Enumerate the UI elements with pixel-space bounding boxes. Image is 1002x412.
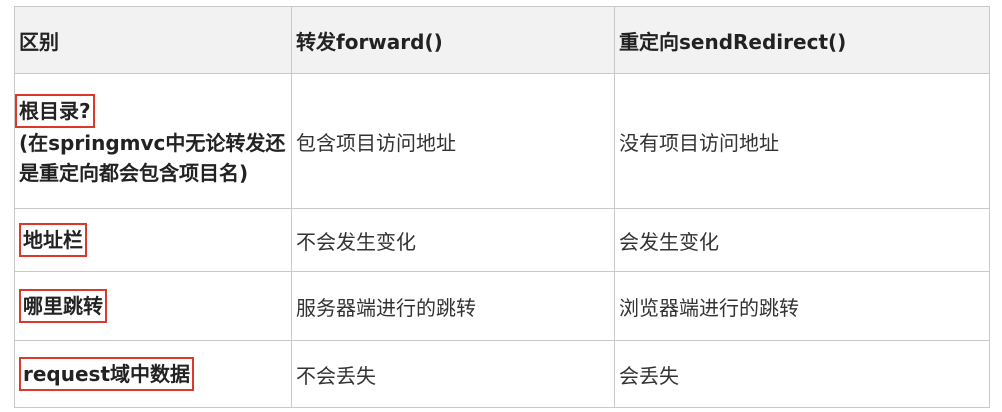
- table-row: request域中数据 不会丢失 会丢失: [14, 340, 990, 408]
- header-difference: 区别: [14, 6, 292, 74]
- redirect-cell: 浏览器端进行的跳转: [614, 271, 990, 341]
- redirect-cell: 会发生变化: [614, 208, 990, 272]
- row-label-cell: 哪里跳转: [14, 271, 292, 341]
- redirect-cell: 没有项目访问地址: [614, 73, 990, 209]
- highlighted-label: request域中数据: [19, 357, 195, 391]
- label-note: (在springmvc中无论转发还是重定向都会包含项目名): [19, 131, 286, 185]
- highlighted-label: 根目录?: [15, 94, 95, 128]
- forward-cell: 包含项目访问地址: [291, 73, 615, 209]
- forward-cell: 服务器端进行的跳转: [291, 271, 615, 341]
- row-label-cell: request域中数据: [14, 340, 292, 408]
- forward-cell: 不会发生变化: [291, 208, 615, 272]
- header-row: 区别 转发forward() 重定向sendRedirect(): [14, 6, 990, 74]
- row-label-cell: 根目录? (在springmvc中无论转发还是重定向都会包含项目名): [14, 73, 292, 209]
- header-forward: 转发forward(): [291, 6, 615, 74]
- highlighted-label: 地址栏: [19, 223, 87, 257]
- highlighted-label: 哪里跳转: [19, 289, 107, 323]
- row-label-cell: 地址栏: [14, 208, 292, 272]
- table-row: 哪里跳转 服务器端进行的跳转 浏览器端进行的跳转: [14, 271, 990, 341]
- forward-cell: 不会丢失: [291, 340, 615, 408]
- comparison-table: 区别 转发forward() 重定向sendRedirect() 根目录? (在…: [14, 6, 990, 408]
- header-redirect: 重定向sendRedirect(): [614, 6, 990, 74]
- redirect-cell: 会丢失: [614, 340, 990, 408]
- table-row: 地址栏 不会发生变化 会发生变化: [14, 208, 990, 272]
- table-row: 根目录? (在springmvc中无论转发还是重定向都会包含项目名) 包含项目访…: [14, 73, 990, 209]
